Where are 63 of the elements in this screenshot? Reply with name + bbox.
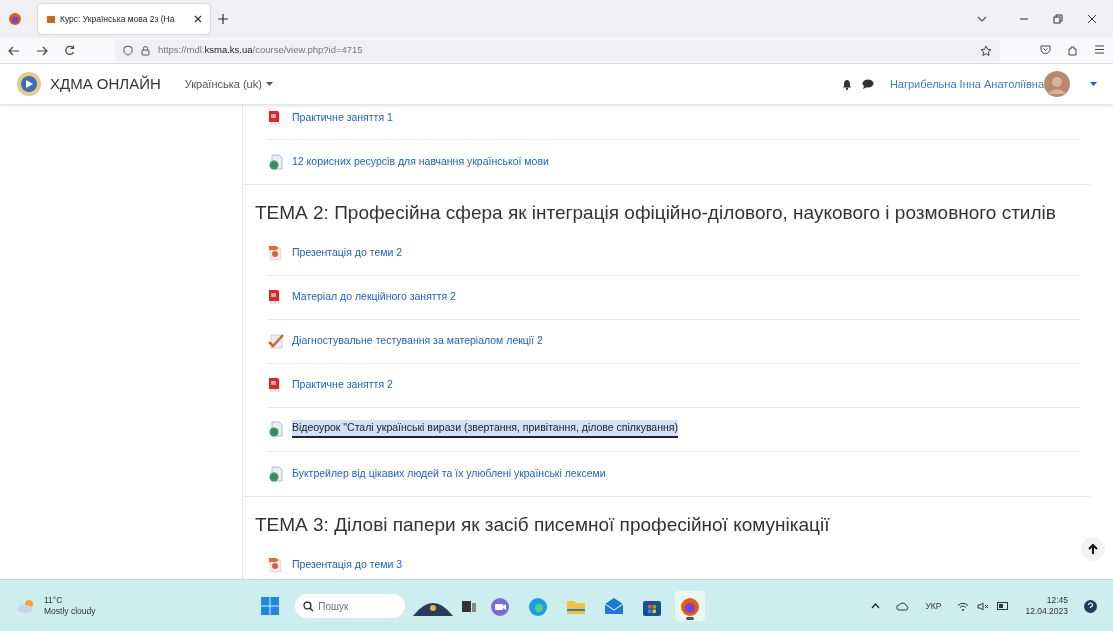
caret-icon[interactable]	[1090, 82, 1097, 86]
reload-icon[interactable]	[64, 45, 75, 56]
activity-link[interactable]: Практичне заняття 1	[292, 109, 393, 126]
browser-icon	[527, 595, 550, 618]
activity-link[interactable]: Презентація до теми 2	[292, 245, 403, 261]
activity-link[interactable]: Матеріал до лекційного заняття 2	[292, 289, 456, 305]
shield-icon	[123, 45, 133, 56]
chevron-up-icon[interactable]	[871, 603, 881, 609]
task-view-icon[interactable]	[461, 598, 478, 614]
section-title: ТЕМА 2: Професійна сфера як інтеграція офіційно-ділового, наукового і розмовного стилів	[254, 201, 1057, 225]
browser-logo-icon	[8, 12, 22, 26]
star-icon[interactable]	[980, 44, 992, 57]
search-icon	[303, 600, 315, 612]
user-name[interactable]: Нагрибельна Інна Анатоліївна	[889, 75, 1044, 93]
globe-file-icon	[268, 421, 284, 437]
battery-icon[interactable]	[997, 601, 1010, 610]
presentation-file-icon	[268, 557, 284, 573]
language-menu[interactable]: Українська (uk)	[184, 75, 273, 93]
lock-icon	[141, 45, 150, 56]
activity-link[interactable]: Діагностувальне тестування за матеріалом лекції 2	[292, 333, 543, 349]
activity-link[interactable]: 12 корисних ресурсів для навчання української мови	[292, 154, 549, 170]
windows-start-icon[interactable]	[261, 597, 280, 615]
wifi-icon[interactable]	[957, 601, 970, 611]
pocket-icon[interactable]	[1040, 45, 1051, 55]
activity-link[interactable]: Буктрейлер від цікавих людей та їх улюблені українські лексеми	[292, 465, 606, 482]
activity-link[interactable]: Практичне заняття 2	[292, 377, 393, 393]
presentation-file-icon	[268, 245, 284, 261]
restore-icon[interactable]	[1053, 14, 1063, 24]
speaker-muted-icon[interactable]	[977, 601, 990, 611]
site-logo-icon	[46, 14, 56, 24]
arrow-up-icon	[1088, 543, 1098, 555]
chat-icon[interactable]	[861, 79, 874, 89]
tab-title: Курс: Українська мова 2з (На	[60, 12, 176, 26]
section-title: ТЕМА 3: Ділові папери як засіб писемної професійної комунікації	[254, 512, 831, 537]
close-icon[interactable]	[1087, 14, 1097, 24]
site-logo-icon	[16, 71, 42, 97]
keyboard-language[interactable]: УКР	[925, 600, 942, 612]
browser-icon	[679, 595, 702, 618]
caret-icon	[265, 82, 273, 86]
site-name[interactable]: ХДМА ОНЛАЙН	[50, 72, 161, 96]
back-to-top-button[interactable]	[1081, 537, 1105, 561]
forward-icon[interactable]	[36, 45, 48, 56]
cloud-icon	[16, 599, 36, 613]
search-field[interactable]: Пошук	[295, 594, 406, 618]
globe-file-icon	[268, 154, 284, 170]
tab-list-icon[interactable]	[977, 16, 987, 22]
activity-link[interactable]: Презентація до теми 3	[292, 557, 403, 573]
clock[interactable]: 12:45 12.04.2023	[1025, 595, 1068, 617]
activity-link[interactable]: Відеоурок "Сталі українські вирази (звертання, привітання, ділове спілкування)	[292, 420, 678, 438]
checkmark-icon	[268, 333, 284, 349]
avatar-icon[interactable]	[1044, 71, 1070, 97]
close-icon[interactable]	[194, 15, 202, 23]
new-tab-icon[interactable]	[218, 14, 228, 24]
chat-icon	[489, 595, 512, 618]
browser-tab[interactable]: Курс: Українська мова 2з (На	[38, 4, 210, 34]
bell-icon[interactable]	[841, 78, 852, 90]
back-icon[interactable]	[8, 45, 20, 56]
taskbar-app-button[interactable]	[675, 591, 706, 621]
globe-file-icon	[268, 465, 284, 482]
cloud-icon[interactable]	[896, 601, 910, 611]
menu-icon[interactable]	[1094, 45, 1105, 54]
notification-icon[interactable]	[1084, 599, 1097, 613]
weather-widget[interactable]: 11°C Mostly cloudy	[16, 595, 96, 617]
